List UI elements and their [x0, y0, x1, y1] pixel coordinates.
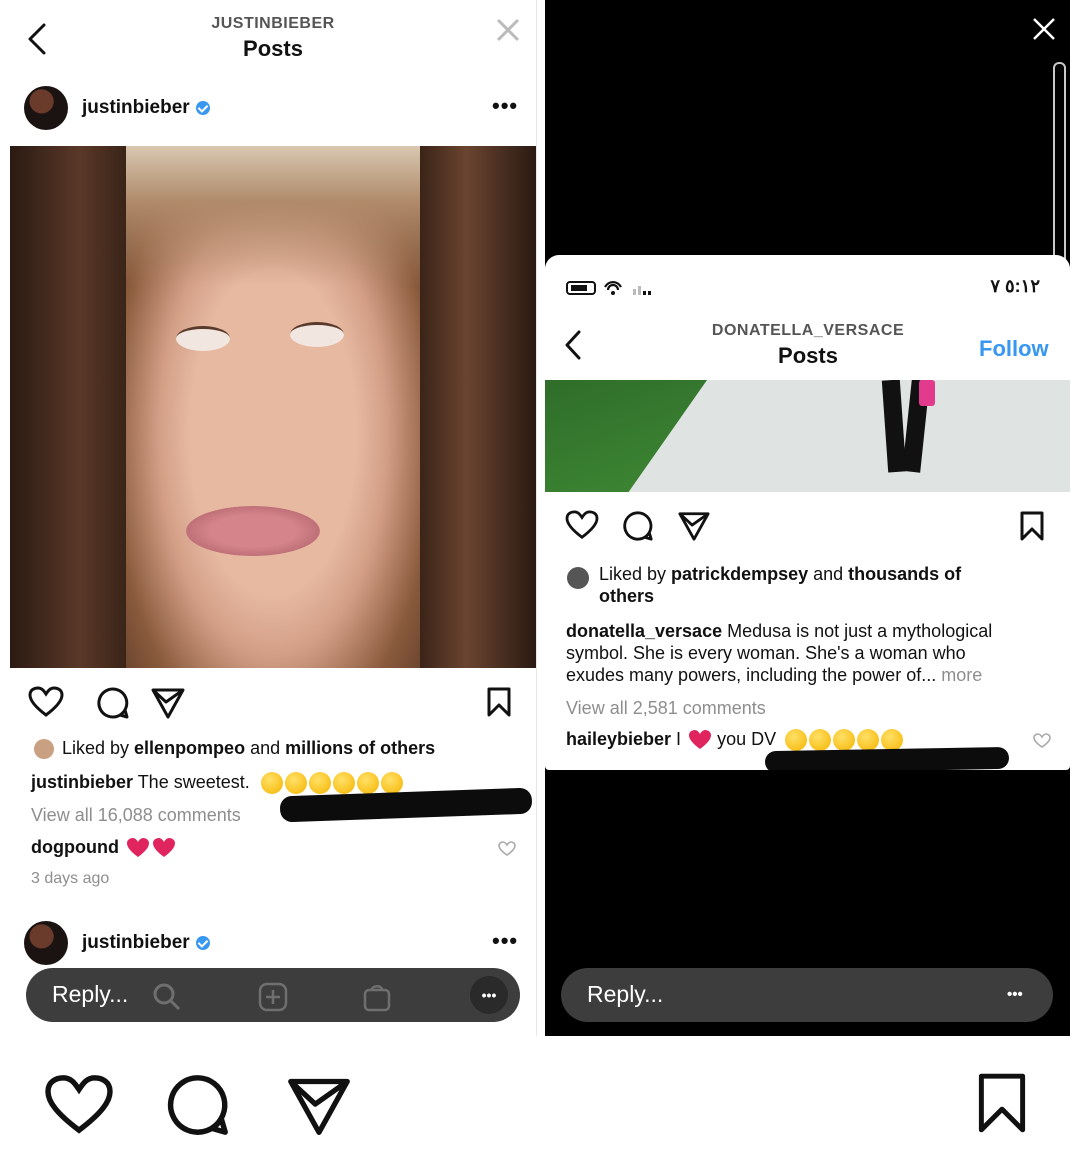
close-icon[interactable] — [494, 16, 522, 44]
chevron-left-icon[interactable] — [26, 22, 48, 56]
username[interactable]: justinbieber — [82, 97, 210, 119]
close-icon[interactable] — [1031, 16, 1057, 42]
emoji-icon — [284, 772, 307, 795]
caption-line: donatella_versace Medusa is not just a m… — [566, 621, 993, 641]
red-heart-icon — [126, 838, 149, 858]
avatar[interactable] — [24, 86, 68, 130]
comment-icon[interactable] — [622, 510, 654, 542]
emoji-icon — [308, 772, 331, 795]
heart-icon[interactable] — [44, 1074, 114, 1136]
caption-username[interactable]: donatella_versace — [566, 621, 722, 641]
liker-avatar — [567, 567, 589, 589]
right-story-panel: ٥:١٢ ٧ DONATELLA_VERSACE Posts Follow Li… — [545, 0, 1070, 1036]
page-title: Posts — [778, 343, 838, 368]
search-icon — [153, 983, 181, 1011]
reply-input[interactable]: Reply... — [587, 981, 663, 1008]
view-comments-link[interactable]: View all 16,088 comments — [31, 805, 241, 826]
liker-avatar — [34, 739, 54, 760]
more-dots-icon[interactable]: ••• — [492, 93, 518, 119]
comment-like-icon[interactable] — [1033, 733, 1051, 749]
comment: haileybieber I you DV — [566, 729, 904, 752]
add-icon — [258, 982, 288, 1012]
header-account: JUSTINBIEBER — [211, 15, 335, 32]
emoji-icon — [833, 729, 856, 752]
username-text: justinbieber — [82, 97, 190, 118]
status-icons — [566, 281, 651, 295]
reply-bar[interactable]: Reply... ••• — [561, 968, 1053, 1022]
username-text: justinbieber — [82, 932, 190, 953]
liked-by-cont[interactable]: others — [599, 586, 654, 607]
liked-by: Liked by patrickdempsey and thousands of — [599, 564, 962, 584]
comment: dogpound — [31, 837, 176, 859]
screenshot-card: ٥:١٢ ٧ DONATELLA_VERSACE Posts Follow Li… — [545, 255, 1070, 770]
emoji-icon — [809, 729, 832, 752]
bookmark-icon[interactable] — [972, 1070, 1032, 1136]
emoji-icon — [785, 729, 808, 752]
redaction-scribble — [764, 746, 1010, 770]
red-heart-icon — [152, 838, 175, 858]
shop-bag-icon — [363, 985, 391, 1012]
more-dots-icon[interactable]: ••• — [1007, 980, 1023, 1010]
username[interactable]: justinbieber — [82, 932, 210, 954]
comment-timestamp: 3 days ago — [31, 870, 110, 887]
chevron-left-icon[interactable] — [563, 329, 583, 361]
caption-text: The sweetest. — [133, 772, 250, 792]
verified-badge-icon — [195, 100, 210, 115]
emoji-icon — [356, 772, 379, 795]
emoji-icon — [332, 772, 355, 795]
emoji-icon — [857, 729, 880, 752]
caption: justinbieber The sweetest. — [31, 772, 403, 795]
heart-icon[interactable] — [28, 686, 64, 718]
red-heart-icon — [689, 730, 712, 750]
bookmark-icon[interactable] — [1019, 510, 1045, 542]
view-comments-link[interactable]: View all 2,581 comments — [566, 698, 766, 719]
send-icon[interactable] — [284, 1074, 354, 1138]
comment-like-icon[interactable] — [498, 841, 516, 857]
left-story-panel: JUSTINBIEBER Posts justinbieber ••• Like… — [10, 0, 537, 1036]
more-dots-icon[interactable]: ••• — [492, 928, 518, 954]
send-icon[interactable] — [677, 510, 711, 542]
more-link[interactable]: more — [936, 665, 982, 685]
emoji-icon — [380, 772, 403, 795]
comment-icon[interactable] — [165, 1072, 231, 1138]
post-photo[interactable] — [545, 380, 1070, 492]
status-time: ٥:١٢ ٧ — [990, 276, 1040, 296]
heart-icon[interactable] — [565, 510, 599, 540]
caption-username[interactable]: justinbieber — [31, 772, 133, 792]
reply-bar[interactable]: Reply... ••• — [26, 968, 520, 1022]
liked-by: Liked by ellenpompeo and millions of oth… — [34, 738, 435, 760]
avatar[interactable] — [24, 921, 68, 965]
comment-username[interactable]: dogpound — [31, 837, 119, 857]
follow-button[interactable]: Follow — [979, 336, 1049, 362]
comment-username[interactable]: haileybieber — [566, 729, 671, 749]
caption-line: symbol. She is every woman. She's a woma… — [566, 643, 966, 663]
page-title: Posts — [243, 36, 303, 61]
more-dots-icon[interactable]: ••• — [470, 976, 508, 1014]
comment-icon[interactable] — [96, 686, 130, 720]
post-photo[interactable] — [10, 146, 536, 668]
caption-line: exudes many powers, including the power … — [566, 665, 983, 685]
verified-badge-icon — [195, 935, 210, 950]
reply-input[interactable]: Reply... — [52, 981, 128, 1008]
bookmark-icon[interactable] — [486, 686, 512, 718]
emoji-icon — [260, 772, 283, 795]
send-icon[interactable] — [150, 686, 186, 720]
header-account: DONATELLA_VERSACE — [711, 322, 905, 339]
